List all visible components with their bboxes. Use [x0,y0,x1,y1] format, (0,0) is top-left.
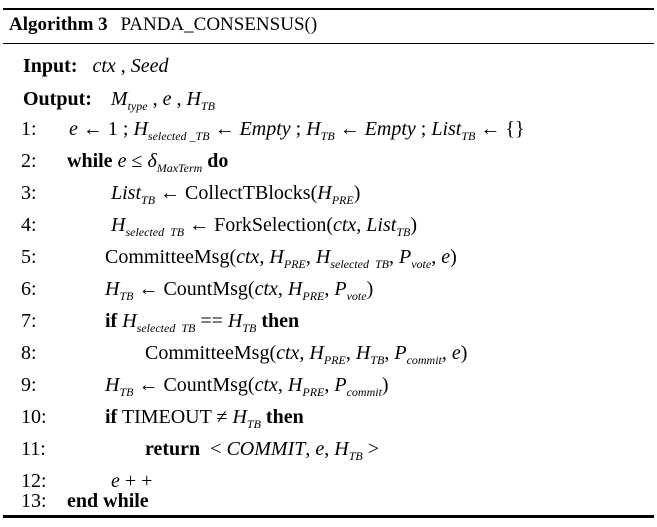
output-label: Output: [23,88,92,110]
line-number: 4: [21,214,37,236]
line-5: 5: CommitteeMsg(ctx, HPRE, Hselected TB,… [3,242,654,272]
input-text: ctx , Seed [92,55,169,77]
line-number: 1: [21,118,37,140]
algorithm-caption: Algorithm 3 PANDA_CONSENSUS() [9,14,317,36]
line-number: 7: [21,310,37,332]
line-1: 1: e ← 1 ; Hselected _TB ← Empty ; HTB ←… [3,114,654,144]
line-number: 5: [21,246,37,268]
bottom-rule [3,515,654,518]
line-11: 11: return < COMMIT, e, HTB > [3,434,654,464]
line-3: 3: ListTB ← CollectTBlocks(HPRE) [3,178,654,208]
line-4: 4: Hselected TB ← ForkSelection(ctx, Lis… [3,210,654,240]
algorithm-block: Algorithm 3 PANDA_CONSENSUS() Input: ctx… [3,0,654,527]
caption-name: PANDA_CONSENSUS() [120,14,318,35]
line-text: end while [67,490,149,512]
line-number: 6: [21,278,37,300]
line-10: 10: if TIMEOUT ≠ HTB then [3,402,654,432]
line-number: 9: [21,374,37,396]
line-9: 9: HTB ← CountMsg(ctx, HPRE, Pcommit) [3,370,654,400]
line-number: 2: [21,150,37,172]
output-text: Mtype , e , HTB [110,88,215,113]
line-8: 8: CommitteeMsg(ctx, HPRE, HTB, Pcommit,… [3,338,654,368]
caption-label: Algorithm 3 [9,14,108,35]
top-rule [3,8,654,10]
line-7: 7: if Hselected TB == HTB then [3,306,654,336]
line-number: 10: [21,406,47,428]
line-number: 11: [21,438,46,460]
input-label: Input: [23,55,78,77]
caption-rule [3,43,654,44]
input-line: Input: ctx , Seed [23,51,169,81]
line-6: 6: HTB ← CountMsg(ctx, HPRE, Pvote) [3,274,654,304]
line-number: 8: [21,342,37,364]
line-13: 13: end while [3,486,654,516]
line-number: 13: [21,490,47,512]
line-number: 3: [21,182,37,204]
line-2: 2: while e ≤ δMaxTerm do [3,146,654,176]
